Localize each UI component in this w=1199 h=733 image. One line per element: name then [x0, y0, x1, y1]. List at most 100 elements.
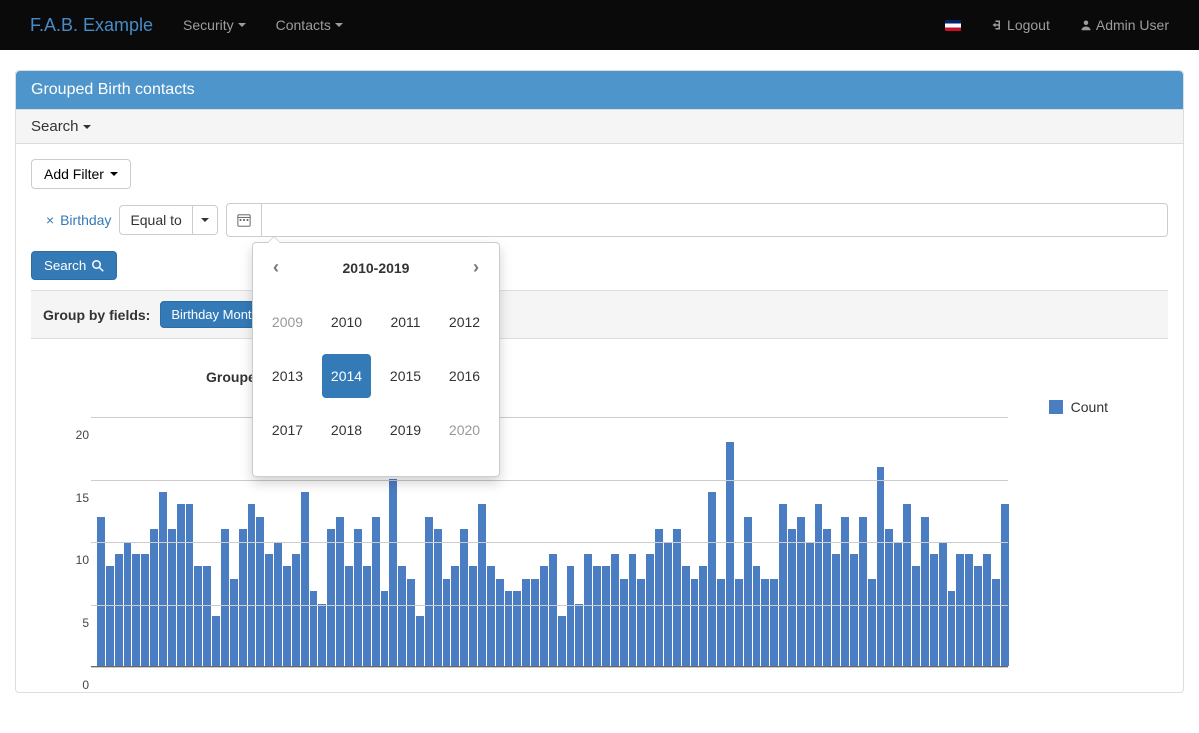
nav-menu-contacts[interactable]: Contacts [261, 2, 358, 48]
legend-color-icon [1049, 400, 1063, 414]
y-tick-label: 15 [61, 491, 89, 505]
chart-bar [868, 579, 876, 666]
nav-logout[interactable]: Logout [976, 2, 1065, 48]
chart-bar [381, 591, 389, 666]
datepicker-year-2019[interactable]: 2019 [381, 408, 430, 452]
datepicker-year-2017[interactable]: 2017 [263, 408, 312, 452]
chart-bar [478, 504, 486, 666]
datepicker-grid: 2009201020112012 2013201420152016 20172018… [257, 288, 495, 472]
chart-bar [434, 529, 442, 666]
chart-bar [699, 566, 707, 666]
datepicker-year-2012[interactable]: 2012 [440, 300, 489, 344]
datepicker-year-2018[interactable]: 2018 [322, 408, 371, 452]
datepicker-next[interactable]: › [467, 257, 485, 278]
y-tick-label: 0 [61, 678, 89, 692]
chart-bar [132, 554, 140, 666]
chart-bar [823, 529, 831, 666]
calendar-button[interactable] [226, 203, 262, 237]
chart-bar [646, 554, 654, 666]
chart-bar [372, 517, 380, 666]
flag-icon [945, 20, 961, 31]
chart-bar [540, 566, 548, 666]
chart-bar [398, 566, 406, 666]
chart-bar [682, 566, 690, 666]
nav-user[interactable]: Admin User [1065, 2, 1184, 48]
chart-bar [115, 554, 123, 666]
chart-bar [106, 566, 114, 666]
chart-bar [141, 554, 149, 666]
datepicker-header: ‹ 2010-2019 › [257, 247, 495, 288]
gridline [91, 480, 1008, 481]
chart-bar [283, 566, 291, 666]
chart-bar [584, 554, 592, 666]
chart-bar [416, 616, 424, 666]
chart-bar [159, 492, 167, 666]
calendar-icon [237, 213, 251, 227]
datepicker-year-2010[interactable]: 2010 [322, 300, 371, 344]
panel-body: Add Filter × Birthday Equal to [16, 144, 1183, 692]
chart-bar [859, 517, 867, 666]
chart-bar [974, 566, 982, 666]
y-axis: 05101520 [61, 387, 89, 677]
chart-bar [212, 616, 220, 666]
chart-bar [841, 517, 849, 666]
chart-bar [983, 554, 991, 666]
datepicker-year-2015[interactable]: 2015 [381, 354, 430, 398]
nav-menu-security[interactable]: Security [168, 2, 261, 48]
chart-bar [921, 517, 929, 666]
chart-bar [513, 591, 521, 666]
filter-field-label: Birthday [60, 212, 111, 228]
chart-plot [91, 417, 1008, 667]
caret-icon [83, 125, 91, 129]
filter-op-select[interactable]: Equal to [119, 205, 217, 235]
chart-bar [425, 517, 433, 666]
gridline [91, 542, 1008, 543]
date-input[interactable] [262, 203, 1168, 237]
chart-bar [221, 529, 229, 666]
add-filter-button[interactable]: Add Filter [31, 159, 131, 189]
chart-bar [912, 566, 920, 666]
datepicker-year-2009: 2009 [263, 300, 312, 344]
chart-bar [655, 529, 663, 666]
nav-user-label: Admin User [1096, 17, 1169, 33]
chart-bar [770, 579, 778, 666]
chart-bar [797, 517, 805, 666]
chart-bar [956, 554, 964, 666]
y-tick-label: 5 [61, 616, 89, 630]
chart-bar [345, 566, 353, 666]
chart: Grouped Bi Count 05101520 [31, 339, 1168, 677]
chart-bar [168, 529, 176, 666]
chart-bar [593, 566, 601, 666]
datepicker-year-2013[interactable]: 2013 [263, 354, 312, 398]
chart-bar [354, 529, 362, 666]
chart-bar [788, 529, 796, 666]
filter-row: × Birthday Equal to [46, 203, 1168, 237]
datepicker-year-2011[interactable]: 2011 [381, 300, 430, 344]
chart-bar [549, 554, 557, 666]
panel-title: Grouped Birth contacts [16, 71, 1183, 109]
chart-bar [301, 492, 309, 666]
search-collapse-toggle[interactable]: Search [16, 109, 1183, 144]
nav-locale[interactable] [930, 5, 976, 46]
chart-bar [460, 529, 468, 666]
chart-bar [256, 517, 264, 666]
datepicker-title[interactable]: 2010-2019 [343, 260, 410, 276]
user-icon [1080, 19, 1092, 31]
nav-logout-label: Logout [1007, 17, 1050, 33]
datepicker-prev[interactable]: ‹ [267, 257, 285, 278]
chart-bar [194, 566, 202, 666]
search-button[interactable]: Search [31, 251, 117, 280]
datepicker-year-2014[interactable]: 2014 [322, 354, 371, 398]
filter-remove-birthday[interactable]: × Birthday [46, 212, 111, 228]
chart-bar [948, 591, 956, 666]
chart-bar [673, 529, 681, 666]
datepicker-year-2016[interactable]: 2016 [440, 354, 489, 398]
chart-bar [239, 529, 247, 666]
chart-bar [310, 591, 318, 666]
chart-bar [327, 529, 335, 666]
search-button-label: Search [44, 258, 86, 273]
navbar-brand[interactable]: F.A.B. Example [15, 0, 168, 51]
group-by-bar: Group by fields: Birthday Month X [31, 290, 1168, 339]
nav-menu-label: Security [183, 17, 234, 33]
chart-bar [779, 504, 787, 666]
